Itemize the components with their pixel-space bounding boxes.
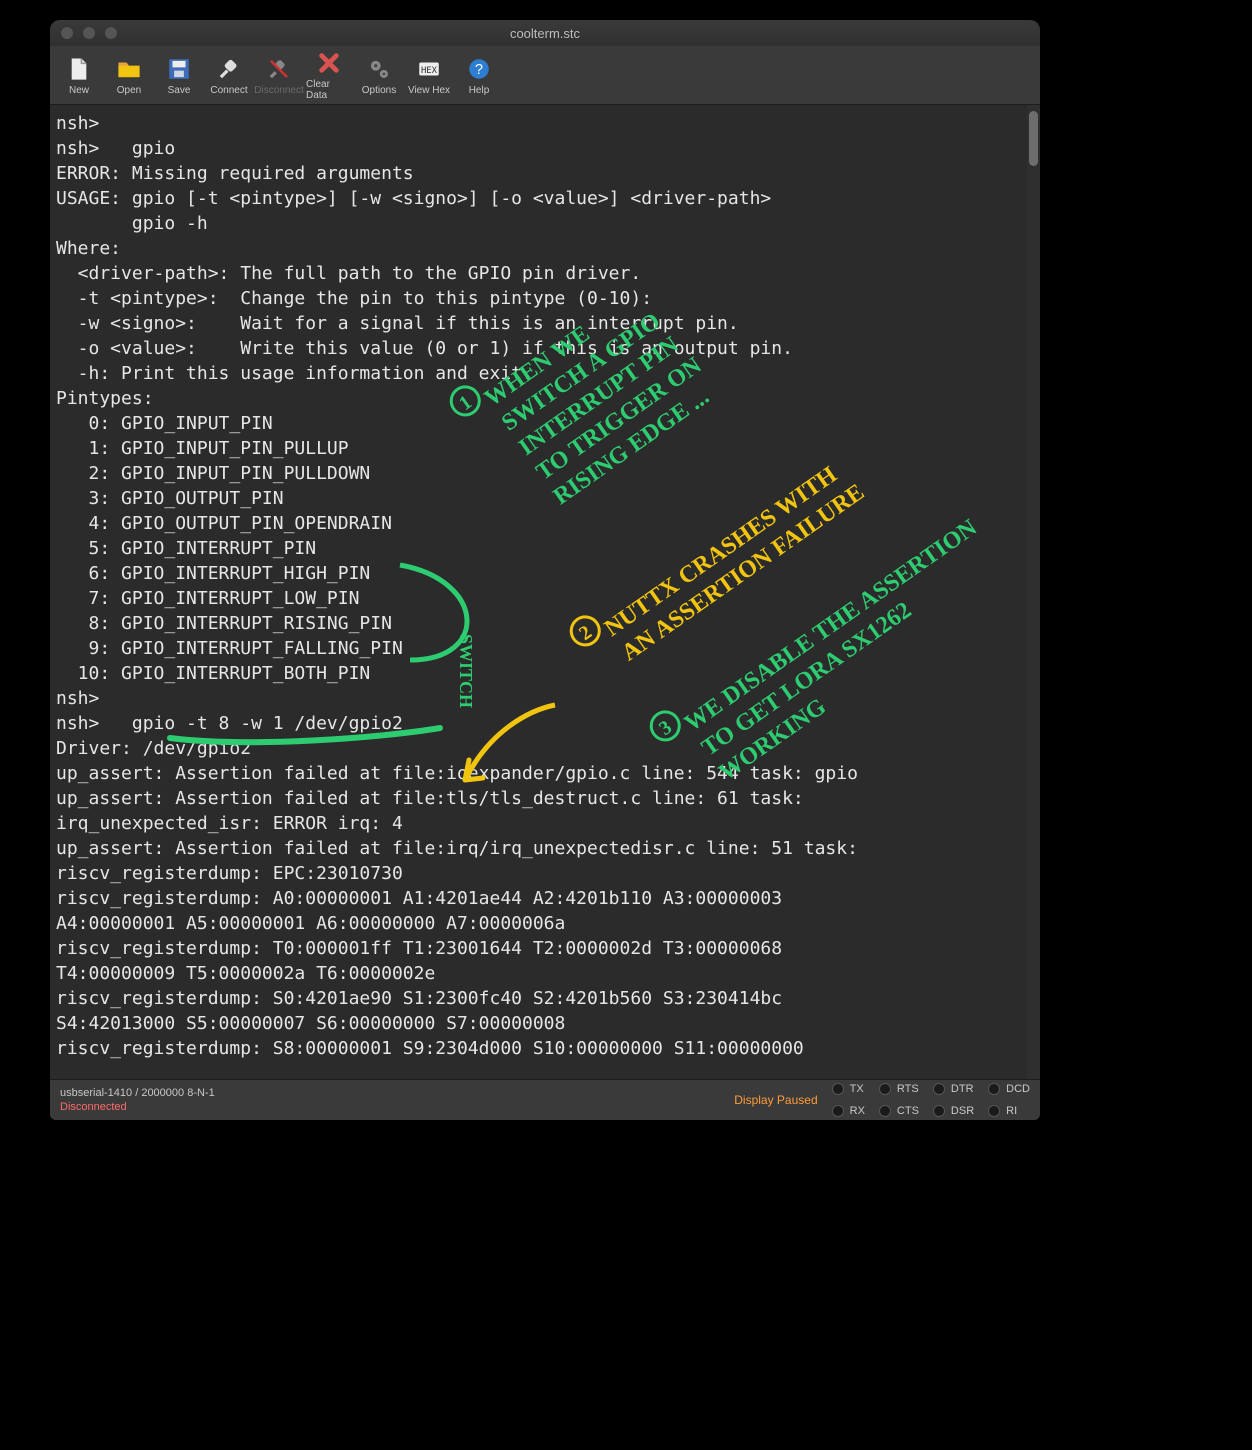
display-paused-label: Display Paused	[734, 1093, 817, 1107]
led-rx: RX	[832, 1102, 865, 1120]
led-rts: RTS	[879, 1080, 919, 1098]
save-icon	[165, 55, 193, 83]
led-bulb	[988, 1105, 1000, 1117]
led-cts: CTS	[879, 1102, 919, 1120]
connection-status: Disconnected	[60, 1101, 215, 1113]
led-ri: RI	[988, 1102, 1030, 1120]
plug-icon	[215, 55, 243, 83]
options-button[interactable]: Options	[356, 55, 402, 96]
toolbar-label: View Hex	[408, 85, 450, 96]
open-button[interactable]: Open	[106, 55, 152, 96]
led-bulb	[832, 1083, 844, 1095]
toolbar-label: Help	[469, 85, 490, 96]
led-indicators: TX RTS DTR DCD RX CTS DSR RI	[832, 1080, 1030, 1120]
led-dtr: DTR	[933, 1080, 974, 1098]
led-bulb	[832, 1105, 844, 1117]
connect-button[interactable]: Connect	[206, 55, 252, 96]
scrollbar[interactable]	[1027, 105, 1040, 1079]
clear-data-button[interactable]: Clear Data	[306, 49, 352, 101]
toolbar: New Open Save Connect DisconnectClear Data Op…	[50, 46, 1040, 105]
led-dcd: DCD	[988, 1080, 1030, 1098]
status-bar: usbserial-1410 / 2000000 8-N-1 Disconnec…	[50, 1079, 1040, 1120]
new-button[interactable]: New	[56, 55, 102, 96]
led-tx: TX	[832, 1080, 865, 1098]
svg-text:?: ?	[475, 61, 483, 77]
toolbar-label: Disconnect	[254, 85, 303, 96]
svg-text:HEX: HEX	[421, 66, 438, 76]
led-label: DSR	[951, 1105, 974, 1117]
help-button[interactable]: ? Help	[456, 55, 502, 96]
app-window: coolterm.stc New Open Save Connect Disconnec…	[50, 20, 1040, 1120]
toolbar-label: Options	[362, 85, 396, 96]
terminal-output[interactable]: nsh> nsh> gpio ERROR: Missing required a…	[50, 105, 1027, 1079]
led-label: CTS	[897, 1105, 919, 1117]
gears-icon	[365, 55, 393, 83]
toolbar-label: Clear Data	[306, 79, 352, 101]
toolbar-label: Save	[168, 85, 191, 96]
led-label: DCD	[1006, 1083, 1030, 1095]
help-icon: ?	[465, 55, 493, 83]
toolbar-label: New	[69, 85, 89, 96]
hex-icon: HEX	[415, 55, 443, 83]
led-bulb	[988, 1083, 1000, 1095]
led-label: TX	[850, 1083, 864, 1095]
clear-icon	[315, 49, 343, 77]
led-bulb	[879, 1105, 891, 1117]
led-label: RX	[850, 1105, 865, 1117]
led-bulb	[933, 1083, 945, 1095]
led-dsr: DSR	[933, 1102, 974, 1120]
save-button[interactable]: Save	[156, 55, 202, 96]
view-hex-button[interactable]: HEX View Hex	[406, 55, 452, 96]
led-bulb	[879, 1083, 891, 1095]
unplug-icon	[265, 55, 293, 83]
port-label: usbserial-1410 / 2000000 8-N-1	[60, 1087, 215, 1099]
led-label: RI	[1006, 1105, 1017, 1117]
scroll-thumb[interactable]	[1029, 111, 1038, 166]
led-bulb	[933, 1105, 945, 1117]
titlebar: coolterm.stc	[50, 20, 1040, 46]
window-title: coolterm.stc	[50, 26, 1040, 41]
file-icon	[65, 55, 93, 83]
disconnect-button: Disconnect	[256, 55, 302, 96]
toolbar-label: Connect	[210, 85, 247, 96]
led-label: DTR	[951, 1083, 974, 1095]
folder-icon	[115, 55, 143, 83]
toolbar-label: Open	[117, 85, 141, 96]
led-label: RTS	[897, 1083, 919, 1095]
